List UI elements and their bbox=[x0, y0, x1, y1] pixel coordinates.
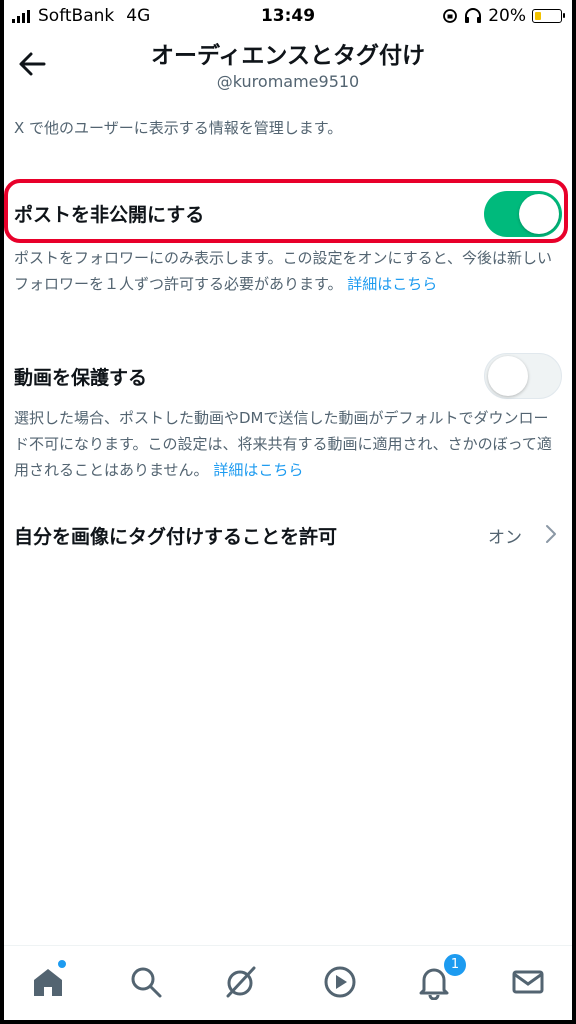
tab-video[interactable] bbox=[322, 964, 362, 1004]
photo-tagging-label: 自分を画像にタグ付けすることを許可 bbox=[14, 526, 338, 548]
search-icon bbox=[131, 967, 162, 998]
page-title: オーディエンスとタグ付け bbox=[151, 43, 425, 69]
tab-messages[interactable] bbox=[510, 964, 550, 1004]
account-handle: @kuromame9510 bbox=[216, 72, 360, 91]
protect-posts-toggle[interactable] bbox=[484, 191, 562, 237]
tab-home[interactable] bbox=[30, 958, 70, 1004]
app-frame: SoftBank 4G 13:49 20% オーディエンスとタグ付け @kuro… bbox=[4, 0, 572, 1020]
protect-videos-toggle[interactable] bbox=[484, 353, 562, 399]
protect-posts-help: ポストをフォロワーにのみ表示します。この設定をオンにすると、今後は新しいフォロワ… bbox=[14, 245, 554, 297]
home-new-dot bbox=[56, 958, 68, 970]
tab-search[interactable] bbox=[128, 964, 168, 1004]
photo-tagging-row[interactable]: 自分を画像にタグ付けすることを許可 オン bbox=[4, 508, 572, 560]
protect-videos-label: 動画を保護する bbox=[14, 367, 148, 389]
protect-posts-label: ポストを非公開にする bbox=[14, 204, 205, 226]
toggle-knob bbox=[488, 356, 528, 396]
protect-posts-help-text: ポストをフォロワーにのみ表示します。この設定をオンにすると、今後は新しいフォロワ… bbox=[14, 249, 553, 293]
headphones-icon bbox=[465, 8, 482, 23]
status-bar: SoftBank 4G 13:49 20% bbox=[4, 0, 572, 34]
battery-percent: 20% bbox=[488, 6, 526, 26]
protect-posts-learn-more-link[interactable]: 詳細はこちら bbox=[347, 275, 437, 293]
protect-videos-help: 選択した場合、ポストした動画やDMで送信した動画がデフォルトでダウンロード不可に… bbox=[14, 405, 554, 483]
grok-icon bbox=[226, 966, 256, 998]
photo-tagging-value: オン bbox=[488, 528, 522, 548]
tab-notifications[interactable]: 1 bbox=[416, 952, 468, 1004]
notification-badge: 1 bbox=[442, 952, 468, 978]
tab-grok[interactable] bbox=[222, 964, 262, 1004]
play-circle-icon bbox=[324, 966, 356, 998]
mail-icon bbox=[512, 970, 544, 994]
chevron-right-icon bbox=[546, 525, 556, 543]
page-description: X で他のユーザーに表示する情報を管理します。 bbox=[14, 119, 343, 137]
toggle-knob bbox=[519, 194, 559, 234]
orientation-lock-icon bbox=[443, 9, 458, 23]
bottom-tab-bar: 1 bbox=[4, 945, 572, 1020]
protect-videos-learn-more-link[interactable]: 詳細はこちら bbox=[213, 461, 303, 479]
battery-icon bbox=[532, 9, 565, 23]
